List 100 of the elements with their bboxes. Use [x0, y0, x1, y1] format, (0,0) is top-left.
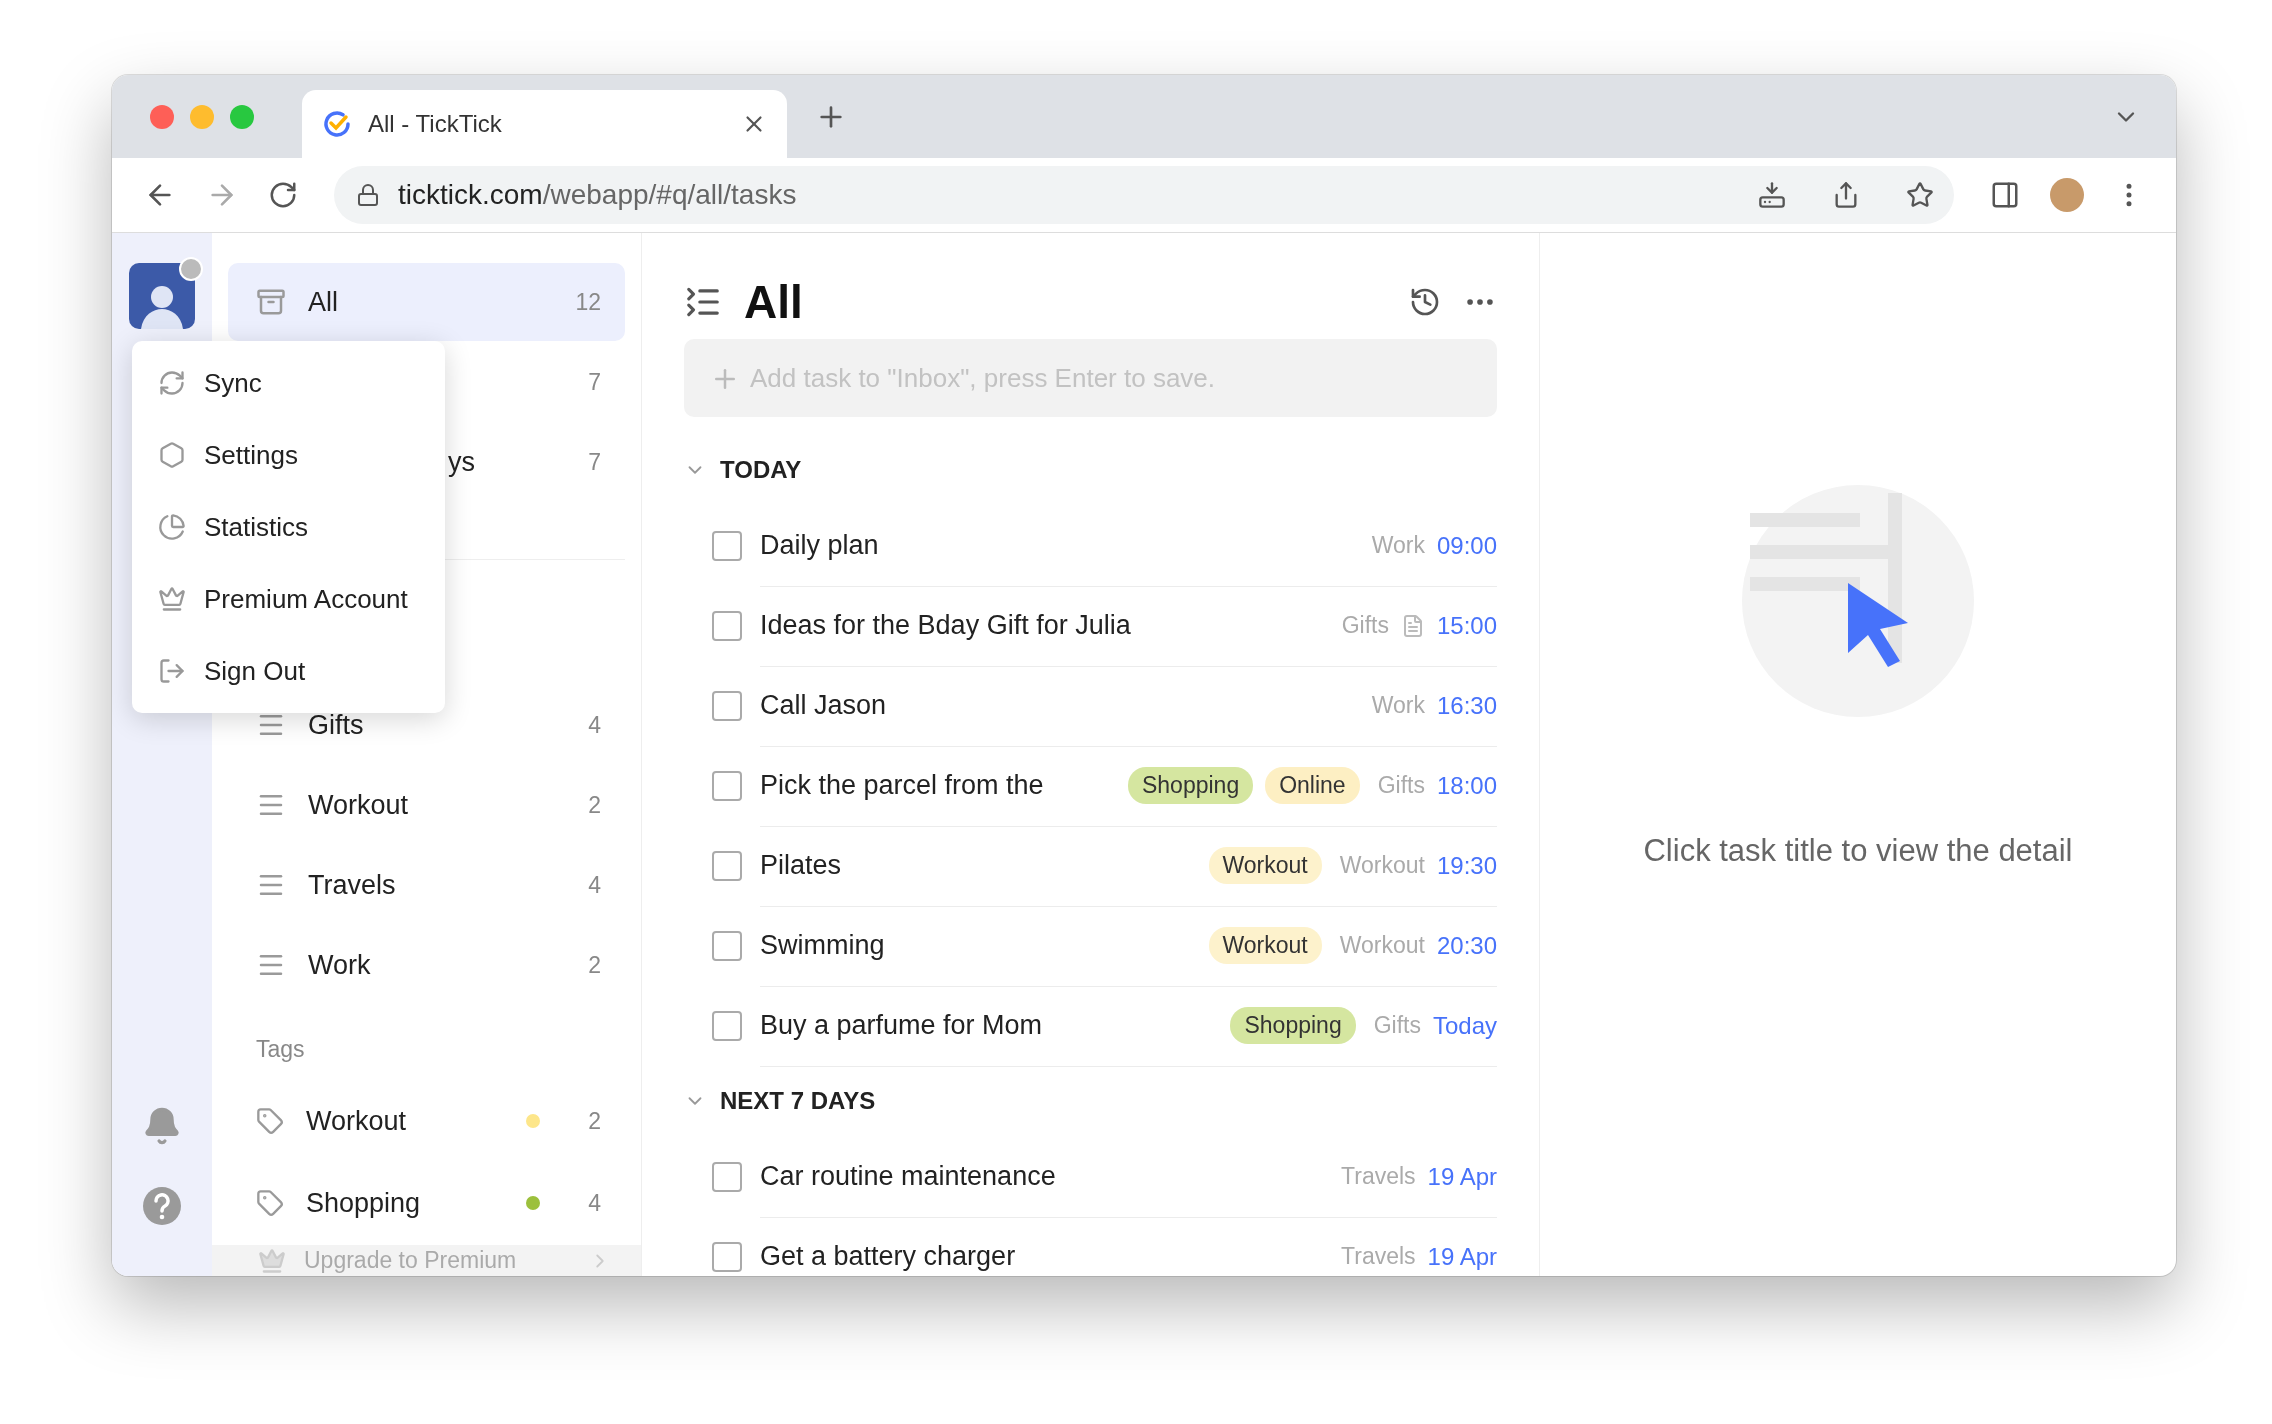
due-time: 19:30: [1436, 851, 1497, 880]
task-checkbox[interactable]: [712, 931, 742, 961]
task-list-name: Travels: [1341, 1243, 1416, 1270]
task-tag: Workout: [1208, 927, 1322, 964]
tag-icon: [256, 1107, 284, 1135]
tag-item[interactable]: Workout 2: [228, 1081, 625, 1161]
tag-item[interactable]: Shopping 4: [228, 1163, 625, 1243]
list-label: Gifts: [308, 709, 365, 741]
sidebar-item[interactable]: All 12: [228, 263, 625, 341]
due-time: 09:00: [1436, 531, 1497, 560]
browser-tab[interactable]: All - TickTick: [302, 90, 787, 158]
task-checkbox[interactable]: [712, 611, 742, 641]
task-list-name: Travels: [1341, 1163, 1416, 1190]
task-checkbox[interactable]: [712, 771, 742, 801]
list-item[interactable]: Travels 4: [228, 846, 625, 924]
task-list-name: Gifts: [1341, 612, 1389, 639]
item-count: 7: [588, 448, 601, 476]
section-header[interactable]: TODAY: [684, 440, 1497, 500]
task-checkbox[interactable]: [712, 1011, 742, 1041]
due-time: 19 Apr: [1427, 1162, 1497, 1191]
sign-out-icon: [158, 657, 186, 685]
address-bar[interactable]: ticktick.com/webapp/#q/all/tasks: [334, 166, 1954, 224]
due-time: Today: [1432, 1011, 1497, 1040]
menu-item[interactable]: Sync: [132, 347, 445, 419]
list-label: Workout: [308, 789, 410, 821]
tag-label: Workout: [306, 1105, 408, 1137]
item-count: 4: [588, 1189, 601, 1217]
tab-title: All - TickTick: [368, 110, 503, 138]
task-title[interactable]: Ideas for the Bday Gift for Julia: [760, 610, 1324, 641]
section-header[interactable]: NEXT 7 DAYS: [684, 1071, 1497, 1131]
task-list-name: Workout: [1339, 852, 1425, 879]
sidebar-item-label: All: [308, 286, 339, 318]
profile-avatar[interactable]: [2050, 178, 2084, 212]
download-icon[interactable]: [1758, 181, 1786, 209]
list-label: Travels: [308, 869, 397, 901]
history-icon[interactable]: [1409, 286, 1441, 318]
task-checkbox[interactable]: [712, 1242, 742, 1272]
due-time: 15:00: [1436, 611, 1497, 640]
check-logo-icon: [322, 109, 352, 139]
user-avatar[interactable]: [129, 263, 195, 329]
tag-label: Shopping: [306, 1187, 422, 1219]
task-title[interactable]: Pilates: [760, 850, 1197, 881]
section-title: NEXT 7 DAYS: [720, 1087, 876, 1115]
task-title[interactable]: Get a battery charger: [760, 1241, 1324, 1272]
list-title: All: [744, 275, 804, 329]
url-text: ticktick.com/webapp/#q/all/tasks: [398, 179, 798, 211]
menu-item-label: Statistics: [204, 511, 309, 543]
bell-icon[interactable]: [142, 1106, 182, 1146]
detail-hint: Click task title to view the detail: [1643, 833, 2073, 869]
reload-icon[interactable]: [268, 180, 298, 210]
star-icon[interactable]: [1906, 181, 1934, 209]
menu-item[interactable]: Statistics: [132, 491, 445, 563]
minimize-dot[interactable]: [190, 104, 214, 129]
task-list-name: Work: [1371, 532, 1425, 559]
tags-heading: Tags: [255, 1035, 306, 1064]
crown-icon: [158, 585, 186, 613]
zoom-dot[interactable]: [230, 104, 254, 129]
close-dot[interactable]: [150, 104, 174, 129]
inbox-stack-icon: [256, 287, 286, 317]
task-checkbox[interactable]: [712, 531, 742, 561]
task-tag: Online: [1265, 767, 1360, 804]
section-title: TODAY: [720, 456, 802, 484]
task-tag: Shopping: [1127, 767, 1254, 804]
lock-icon: [356, 183, 380, 207]
side-panel-icon[interactable]: [1990, 180, 2020, 210]
menu-item-label: Sign Out: [204, 655, 306, 687]
task-title[interactable]: Pick the parcel from the: [760, 770, 1116, 801]
menu-item[interactable]: Settings: [132, 419, 445, 491]
task-list-name: Workout: [1339, 932, 1425, 959]
item-count: 4: [588, 871, 601, 899]
task-title[interactable]: Daily plan: [760, 530, 1354, 561]
menu-item-label: Premium Account: [204, 583, 408, 615]
menu-item-label: Settings: [204, 439, 298, 471]
task-list-name: Gifts: [1377, 772, 1425, 799]
settings-icon: [158, 441, 186, 469]
help-icon[interactable]: [142, 1186, 182, 1226]
list-item[interactable]: Workout 2: [228, 766, 625, 844]
task-title[interactable]: Buy a parfume for Mom: [760, 1010, 1219, 1041]
item-count: 2: [588, 791, 601, 819]
task-tag: Workout: [1208, 847, 1322, 884]
sync-icon: [158, 369, 186, 397]
menu-item-label: Sync: [204, 367, 262, 399]
task-checkbox[interactable]: [712, 691, 742, 721]
task-title[interactable]: Call Jason: [760, 690, 1354, 721]
task-list-name: Work: [1371, 692, 1425, 719]
task-title[interactable]: Car routine maintenance: [760, 1161, 1324, 1192]
due-time: 18:00: [1436, 771, 1497, 800]
task-title[interactable]: Swimming: [760, 930, 1197, 961]
pie-chart-icon: [158, 513, 186, 541]
list-item[interactable]: Work 2: [228, 926, 625, 1004]
task-checkbox[interactable]: [712, 851, 742, 881]
menu-item[interactable]: Premium Account: [132, 563, 445, 635]
due-time: 19 Apr: [1427, 1242, 1497, 1271]
item-count: 2: [588, 1107, 601, 1135]
upgrade-label: Upgrade to Premium: [304, 1247, 518, 1274]
crown-icon: [258, 1246, 286, 1275]
tag-icon: [256, 1189, 284, 1217]
task-checkbox[interactable]: [712, 1162, 742, 1192]
task-tag: Shopping: [1230, 1007, 1356, 1044]
task-list-name: Gifts: [1373, 1012, 1421, 1039]
